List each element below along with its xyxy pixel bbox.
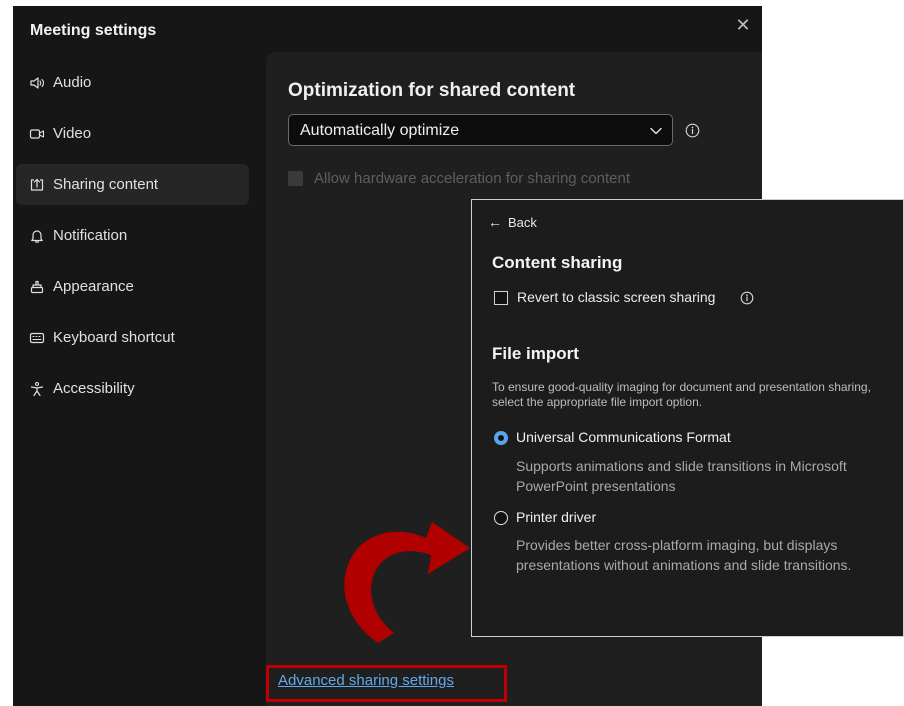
- sidebar-item-label: Audio: [53, 74, 92, 91]
- sidebar-item-sharing-content[interactable]: Sharing content: [16, 164, 249, 205]
- paint-icon: [29, 279, 45, 295]
- bell-icon: [29, 228, 45, 244]
- sidebar-item-label: Keyboard shortcut: [53, 329, 175, 346]
- sidebar-item-keyboard-shortcut[interactable]: Keyboard shortcut: [16, 317, 249, 358]
- revert-classic-sharing-checkbox[interactable]: [494, 291, 508, 305]
- radio-label: Universal Communications Format: [516, 429, 731, 445]
- sidebar-item-audio[interactable]: Audio: [16, 62, 249, 103]
- window-title: Meeting settings: [30, 22, 157, 39]
- sidebar-item-notification[interactable]: Notification: [16, 215, 249, 256]
- title-bar: Meeting settings ✕: [13, 6, 762, 56]
- chevron-down-icon: [649, 124, 663, 138]
- accessibility-icon: [29, 381, 45, 397]
- radio-description: Provides better cross-platform imaging, …: [516, 537, 852, 573]
- annotation-arrow-icon: [344, 522, 470, 643]
- radio-label: Printer driver: [516, 509, 597, 525]
- sidebar-item-accessibility[interactable]: Accessibility: [16, 368, 249, 409]
- arrow-left-icon: ←: [488, 214, 502, 230]
- camera-icon: [29, 126, 45, 142]
- radio-printer-driver[interactable]: [494, 511, 508, 525]
- close-icon: ✕: [735, 15, 751, 35]
- back-label: Back: [508, 214, 537, 230]
- speaker-icon: [29, 75, 45, 91]
- hardware-acceleration-checkbox[interactable]: [288, 171, 303, 186]
- sidebar-item-label: Accessibility: [53, 380, 135, 397]
- settings-sidebar: Audio Video Sharing content Notification…: [13, 52, 259, 672]
- dropdown-selected-value: Automatically optimize: [300, 122, 460, 139]
- radio-universal-communications-format[interactable]: [494, 431, 508, 445]
- optimization-dropdown[interactable]: Automatically optimize: [288, 114, 673, 146]
- close-button[interactable]: ✕: [733, 15, 753, 35]
- advanced-sharing-settings-link[interactable]: Advanced sharing settings: [278, 672, 454, 689]
- keyboard-icon: [29, 330, 45, 346]
- sidebar-item-video[interactable]: Video: [16, 113, 249, 154]
- sidebar-item-label: Video: [53, 125, 92, 142]
- file-import-heading: File import: [492, 344, 579, 363]
- section-title: Optimization for shared content: [288, 80, 576, 101]
- sidebar-item-appearance[interactable]: Appearance: [16, 266, 249, 307]
- revert-classic-sharing-label: Revert to classic screen sharing: [517, 289, 716, 305]
- back-button[interactable]: ← Back: [488, 214, 537, 230]
- file-import-description: To ensure good-quality imaging for docum…: [492, 380, 871, 409]
- info-icon[interactable]: [685, 123, 700, 138]
- sidebar-item-label: Appearance: [53, 278, 134, 295]
- radio-description: Supports animations and slide transition…: [516, 458, 847, 494]
- hardware-acceleration-label: Allow hardware acceleration for sharing …: [314, 170, 631, 187]
- content-sharing-heading: Content sharing: [492, 253, 623, 272]
- sidebar-item-label: Notification: [53, 227, 128, 244]
- info-icon[interactable]: [740, 291, 754, 305]
- sidebar-item-label: Sharing content: [53, 176, 159, 193]
- advanced-sharing-panel: ← Back Content sharing Revert to classic…: [471, 199, 904, 637]
- share-icon: [29, 177, 45, 193]
